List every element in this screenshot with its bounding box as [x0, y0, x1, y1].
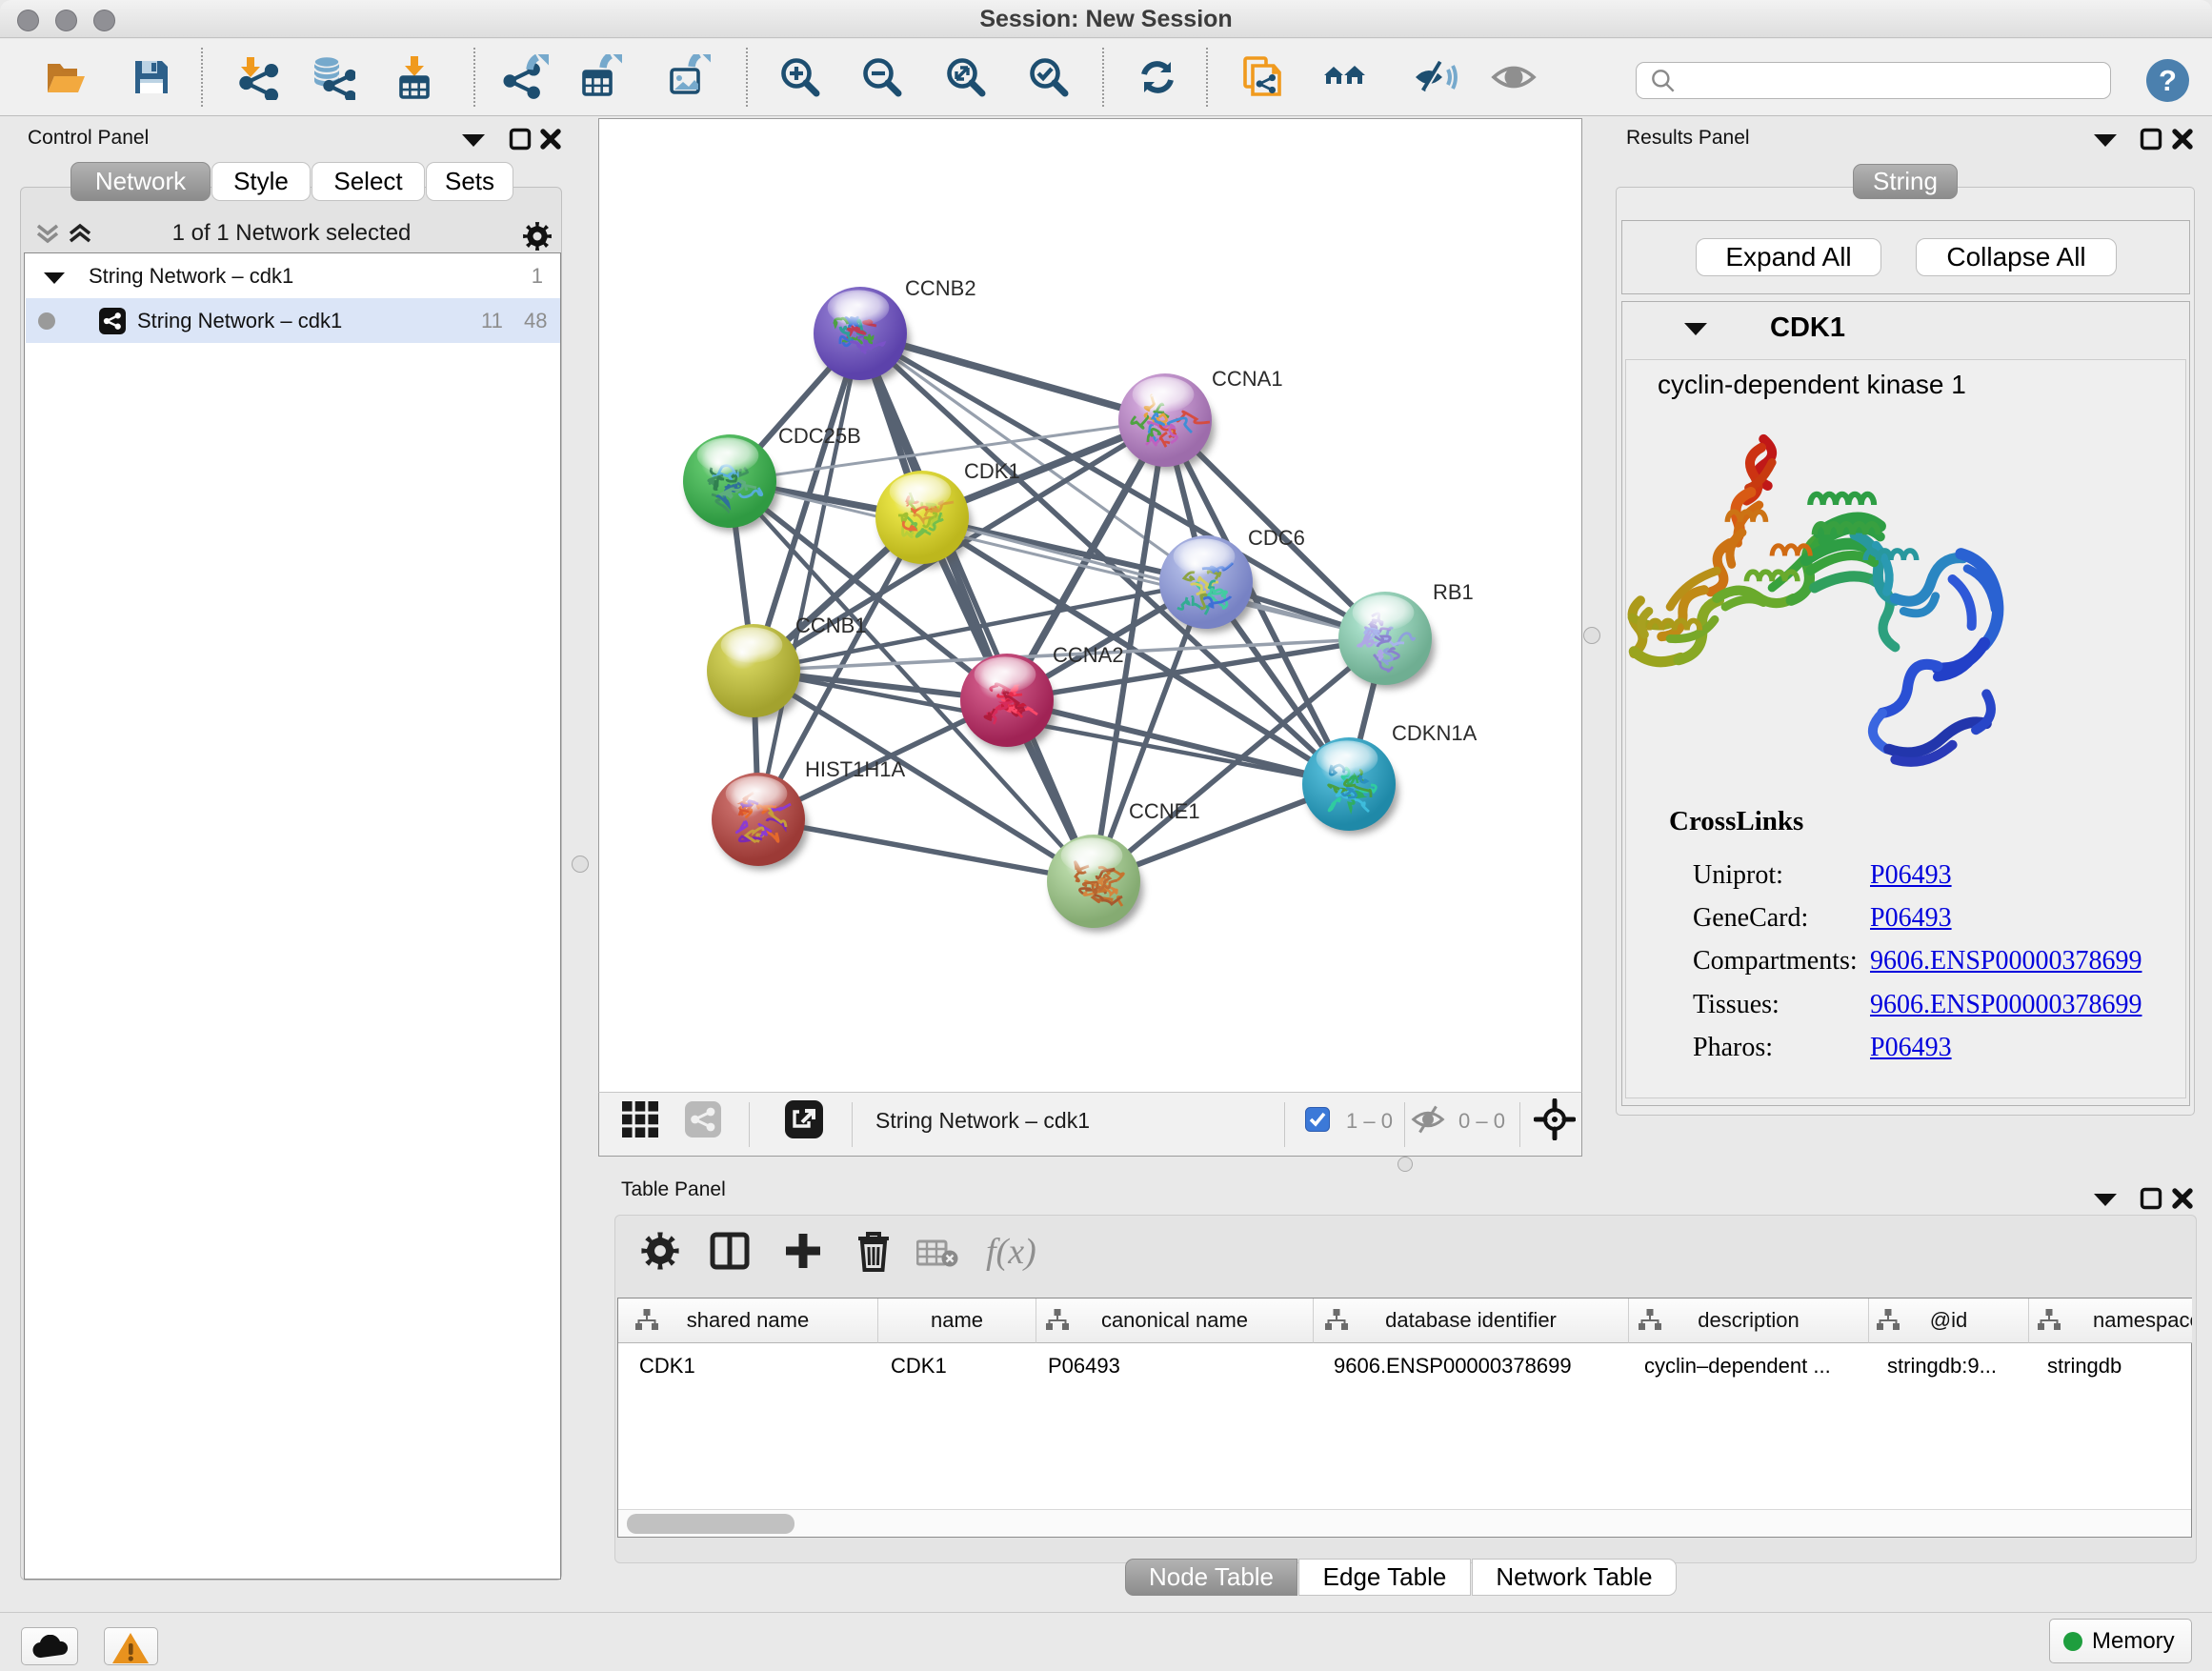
- svg-text:CDK1: CDK1: [964, 459, 1020, 483]
- svg-text:CCNB1: CCNB1: [795, 614, 867, 637]
- svg-text:CDKN1A: CDKN1A: [1392, 721, 1478, 745]
- svg-text:HIST1H1A: HIST1H1A: [805, 757, 905, 781]
- svg-text:RB1: RB1: [1433, 580, 1474, 604]
- svg-text:CCNE1: CCNE1: [1129, 799, 1200, 823]
- svg-text:CDC25B: CDC25B: [778, 424, 861, 448]
- svg-text:CCNA1: CCNA1: [1212, 367, 1283, 391]
- svg-text:CCNB2: CCNB2: [905, 276, 976, 300]
- svg-text:CDC6: CDC6: [1248, 526, 1305, 550]
- svg-text:CCNA2: CCNA2: [1053, 643, 1124, 667]
